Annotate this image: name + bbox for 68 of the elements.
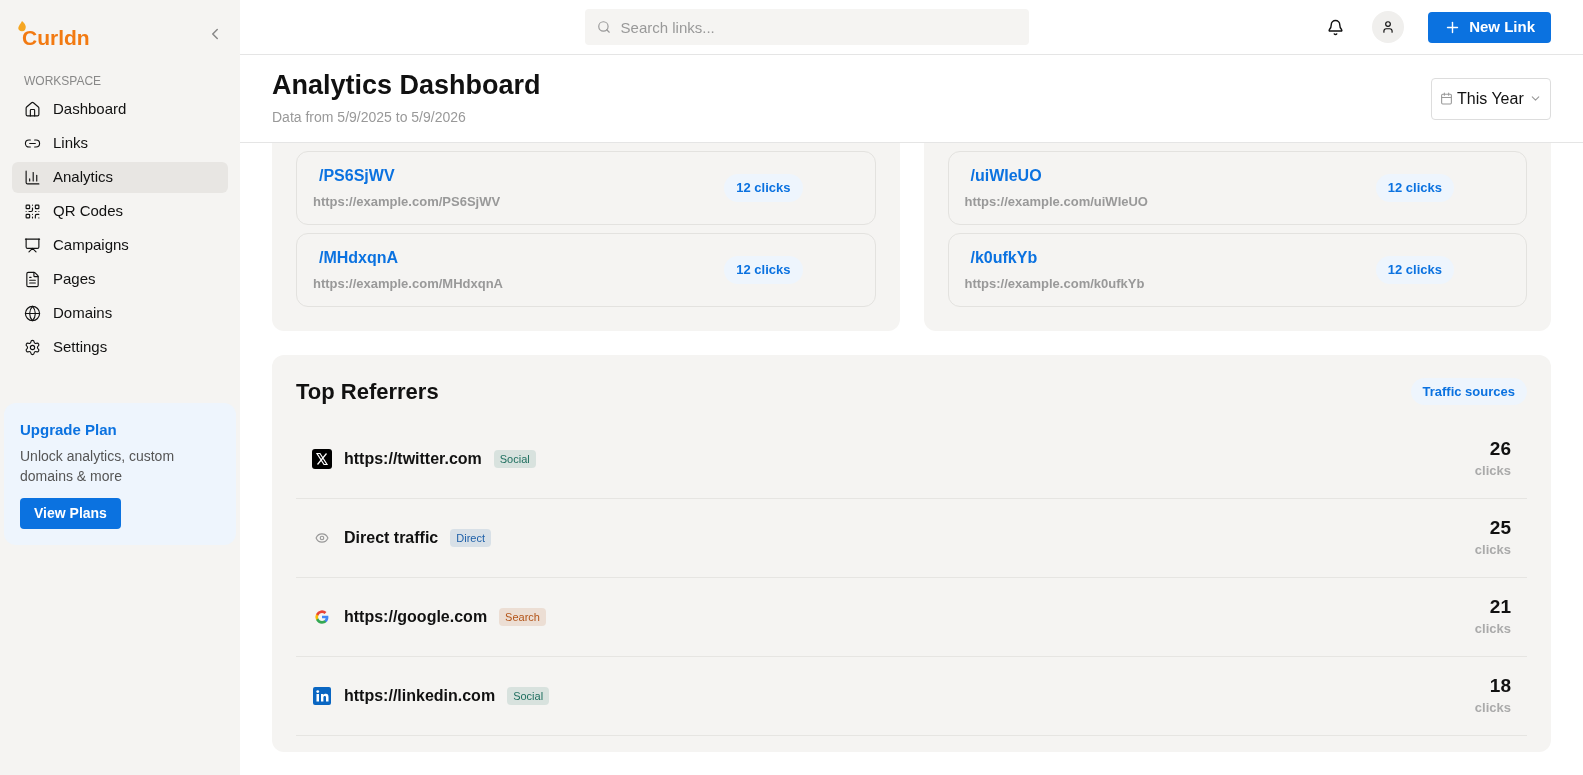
presentation-icon [24,237,41,254]
short-link[interactable]: /uiWIeUO [964,164,1148,189]
date-range-text: Data from 5/9/2025 to 5/9/2026 [272,107,467,127]
home-icon [24,101,41,118]
referrer-name: https://linkedin.com [344,686,496,706]
referrer-name: https://google.com [344,607,488,627]
short-link[interactable]: /k0ufkYb [964,246,1145,271]
referrer-name: https://twitter.com [344,449,482,469]
click-count: 12 clicks [1375,256,1454,284]
settings-icon [24,339,41,356]
clicks-label: clicks [1474,699,1511,718]
bar-chart-icon [24,169,41,186]
click-total: 21 [1489,595,1511,620]
click-count: 12 clicks [1375,174,1454,202]
destination-url: https://example.com/MHdxqnA [313,275,503,294]
eye-icon [315,531,329,545]
globe-icon [24,305,41,322]
search-field[interactable]: Search links... [584,9,1029,45]
sidebar-item[interactable]: Domains [12,298,228,329]
sidebar-item[interactable]: Campaigns [12,230,228,261]
destination-url: https://example.com/k0ufkYb [964,275,1145,294]
upgrade-text: Unlock analytics, custom domains & more [20,446,176,486]
document-icon [24,271,41,288]
brand-name: Curldn [22,27,90,48]
search-icon [596,20,611,34]
destination-url: https://example.com/PS6SjWV [313,193,501,212]
page-title: Analytics Dashboard [272,69,541,103]
link-row[interactable]: /k0ufkYb https://example.com/k0ufkYb 12 clicks [947,233,1527,307]
click-count: 12 clicks [724,256,803,284]
sidebar-item[interactable]: Pages [12,264,228,295]
sidebar-item[interactable]: Analytics [12,162,228,193]
traffic-sources-badge: Traffic sources [1410,377,1527,406]
period-dropdown[interactable]: This Year [1431,77,1551,120]
notifications-icon[interactable] [1327,18,1345,36]
link-row[interactable]: /PS6SjWV https://example.com/PS6SjWV 12 clicks [296,151,876,225]
section-title: Top Referrers [296,378,439,406]
clicks-label: clicks [1474,620,1511,639]
click-total: 25 [1489,516,1511,541]
click-count: 12 clicks [724,174,803,202]
qr-code-icon [24,203,41,220]
upgrade-title: Upgrade Plan [20,420,118,440]
category-tag: Social [507,686,550,706]
clicks-label: clicks [1474,462,1511,481]
click-total: 26 [1489,437,1511,462]
link-row[interactable]: /MHdxqnA https://example.com/MHdxqnA 12 clicks [296,233,876,307]
sidebar-item[interactable]: QR Codes [12,196,228,227]
destination-url: https://example.com/uiWIeUO [964,193,1148,212]
category-tag: Direct [450,528,491,548]
short-link[interactable]: /MHdxqnA [313,246,503,271]
sidebar-item[interactable]: Settings [12,332,228,363]
section-heading: WORKSPACE [23,73,103,90]
x-logo-icon [312,449,332,469]
sidebar-item[interactable]: Dashboard [12,94,228,125]
linkedin-logo-icon [313,687,331,705]
google-logo-icon [314,609,330,625]
short-link[interactable]: /PS6SjWV [313,164,501,189]
avatar[interactable] [1372,11,1405,43]
sidebar-item[interactable]: Links [12,128,228,159]
category-tag: Social [493,449,536,469]
link-row[interactable]: /uiWIeUO https://example.com/uiWIeUO 12 clicks [947,151,1527,225]
referrer-name: Direct traffic [344,528,439,548]
view-plans-button[interactable]: View Plans [20,497,121,529]
click-total: 18 [1489,674,1511,699]
category-tag: Search [499,607,546,627]
new-link-button[interactable]: New Link [1428,11,1551,43]
clicks-label: clicks [1474,541,1511,560]
user-icon [1381,20,1396,34]
calendar-icon [1440,92,1453,105]
